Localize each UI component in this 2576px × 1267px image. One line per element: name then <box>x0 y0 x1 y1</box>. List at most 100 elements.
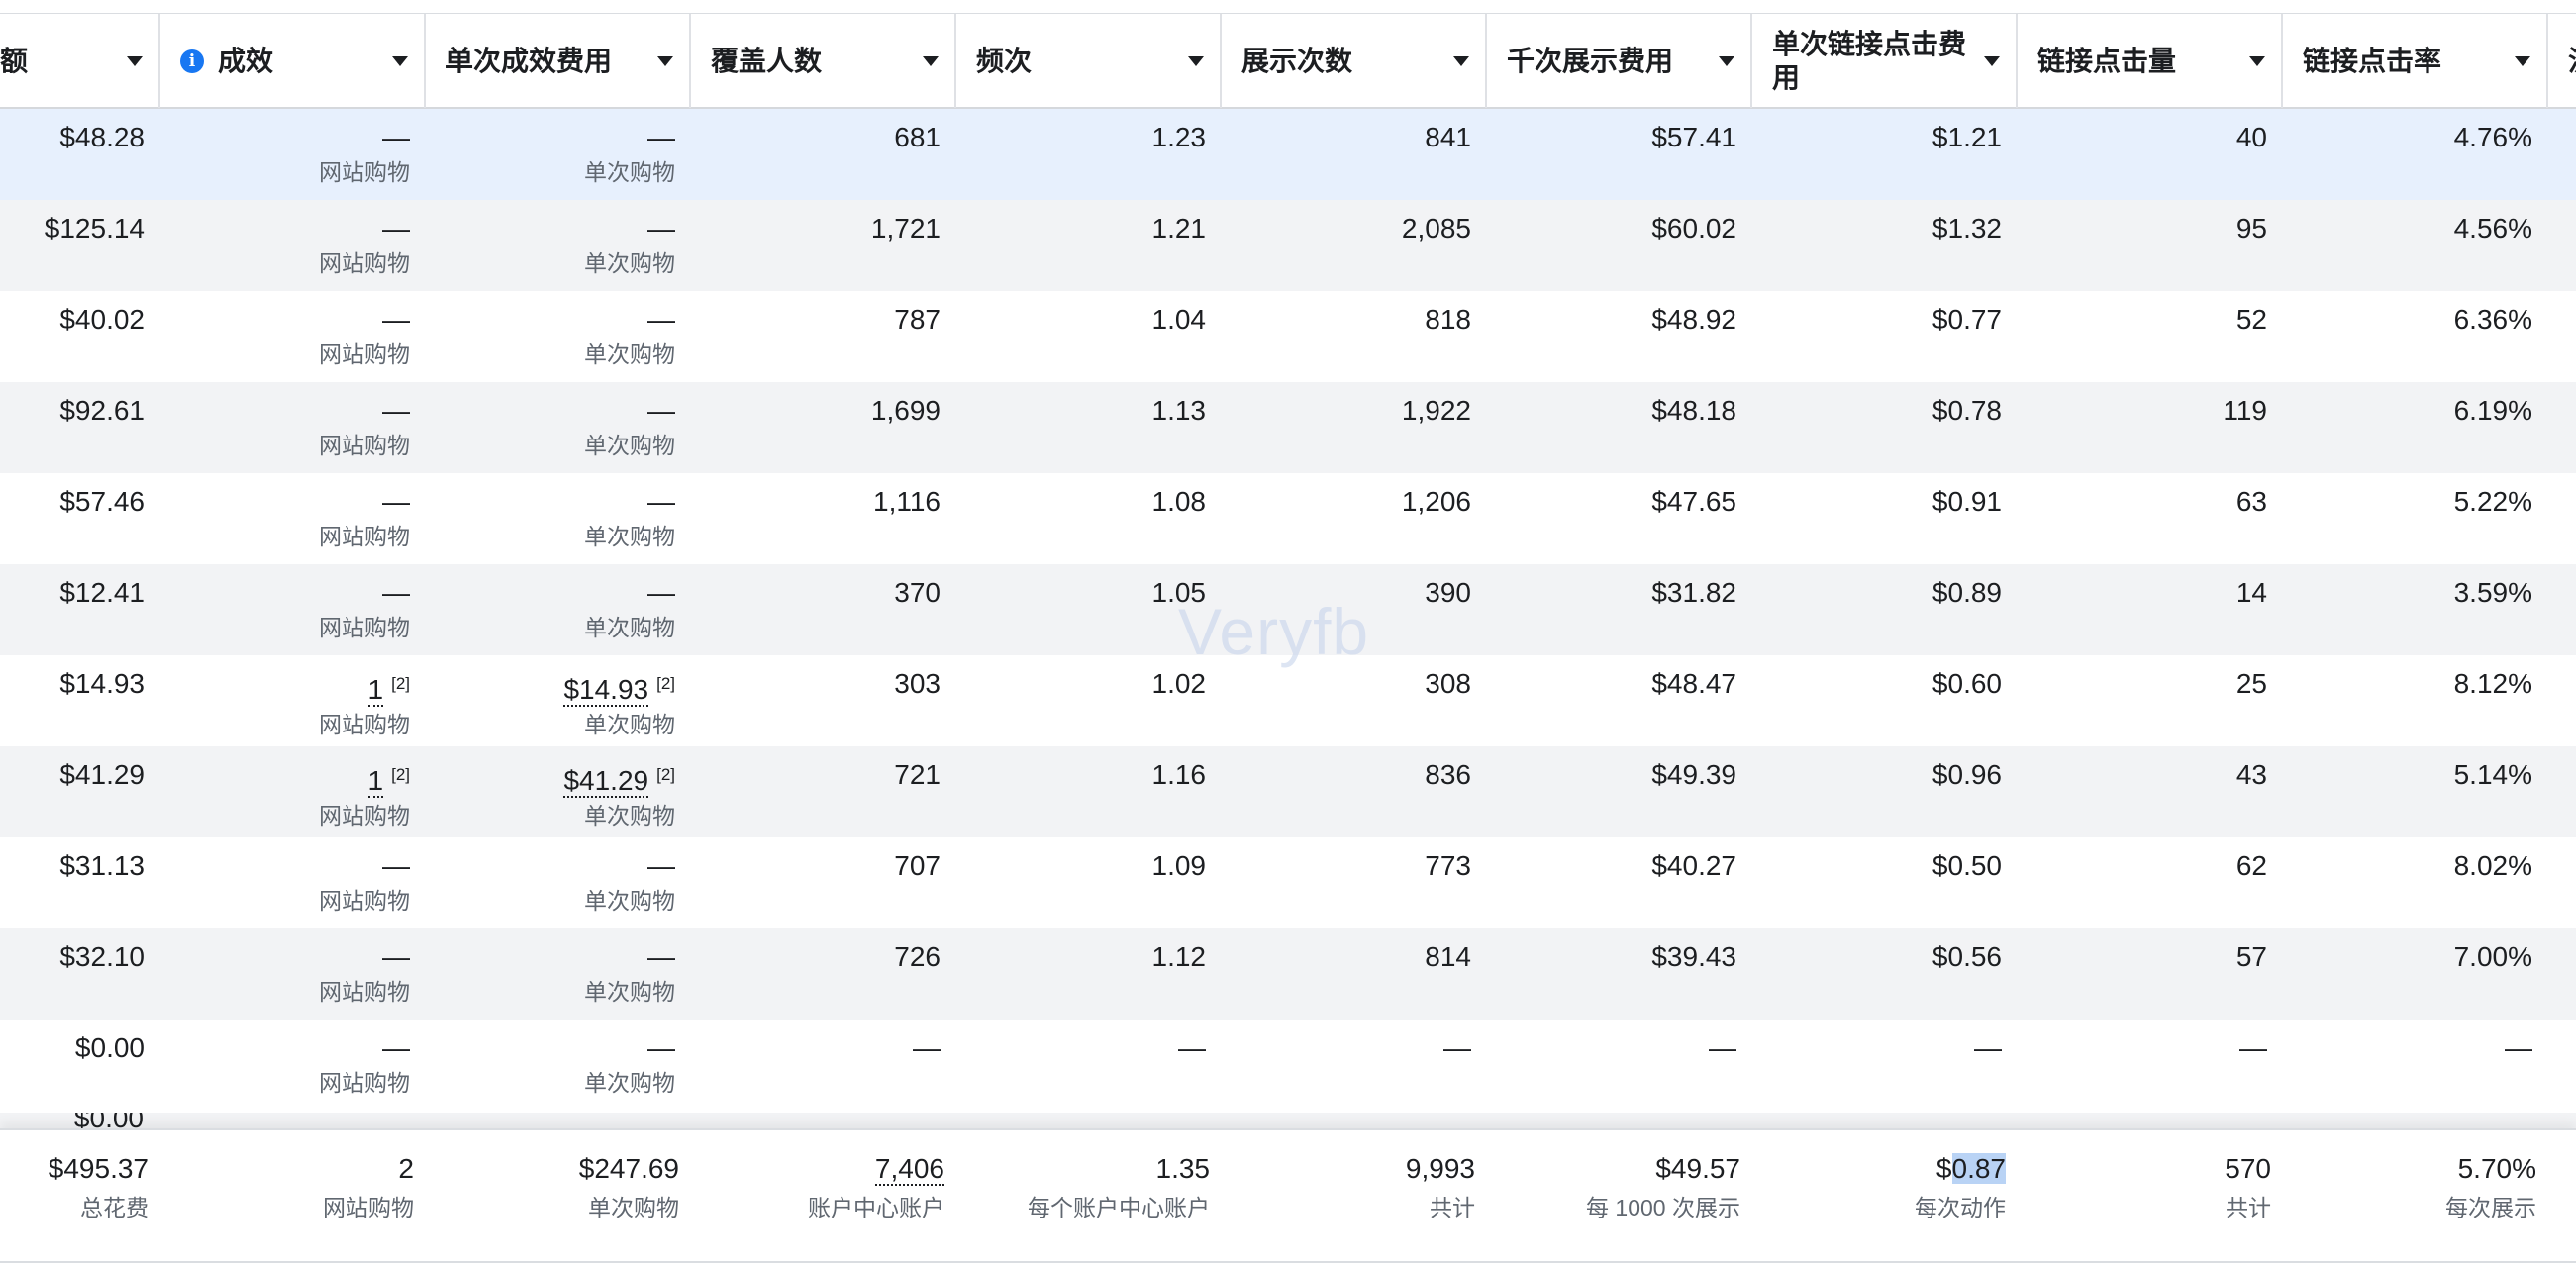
results-value: — <box>382 1032 410 1063</box>
column-header-reach[interactable]: 覆盖人数 <box>691 14 956 108</box>
total-link-clicks: 570 共计 <box>2020 1130 2285 1249</box>
column-header-cost-per-link-click[interactable]: 单次链接点击费用 <box>1752 14 2018 108</box>
column-header-cpm[interactable]: 千次展示费用 <box>1487 14 1752 108</box>
spend-cell: $0.00 <box>0 1020 160 1111</box>
table-row[interactable]: $0.00 — 网站购物 — 单次购物 — — — — — — — <box>0 1020 2576 1111</box>
total-impressions: 9,993 共计 <box>1224 1130 1489 1249</box>
cost-per-result-cell: — 单次购物 <box>426 837 691 928</box>
table-row[interactable]: $57.46 — 网站购物 — 单次购物 1,116 1.08 1,206 $47.65 $0.9… <box>0 473 2576 564</box>
column-header-cost-per-result[interactable]: 单次成效费用 <box>426 14 691 108</box>
reach-value: 1,721 <box>870 213 941 244</box>
link-clicks-value: 63 <box>2235 486 2267 517</box>
chevron-down-icon[interactable] <box>657 55 673 66</box>
column-header-link-clicks[interactable]: 链接点击量 <box>2018 14 2283 108</box>
ctr-cell: 8.12% <box>2283 655 2548 746</box>
cpm-value: $48.47 <box>1651 668 1736 699</box>
chevron-down-icon[interactable] <box>923 55 939 66</box>
impressions-cell: 1,922 <box>1222 382 1487 473</box>
ctr-value: 7.00% <box>2453 941 2532 972</box>
total-freq-label: 每个账户中心账户 <box>1028 1195 1210 1220</box>
table-header: 额 i 成效 单次成效费用 覆盖人数 频次 展示次数 千次展示费用 单次链接点击… <box>0 13 2576 109</box>
impressions-cell: 814 <box>1222 928 1487 1020</box>
column-header-label: 频次 <box>976 45 1033 76</box>
impressions-value: 818 <box>1425 304 1471 335</box>
table-row[interactable]: $31.13 — 网站购物 — 单次购物 707 1.09 773 $40.27 $0.50 62 8… <box>0 837 2576 928</box>
chevron-down-icon[interactable] <box>1188 55 1204 66</box>
cost-per-link-click-value: $0.78 <box>1932 395 2002 426</box>
info-icon[interactable]: i <box>180 49 204 73</box>
table-row[interactable]: $125.14 — 网站购物 — 单次购物 1,721 1.21 2,085 $60.02 $1.… <box>0 200 2576 291</box>
cpm-value: $31.82 <box>1651 577 1736 608</box>
ctr-cell: 5.14% <box>2283 746 2548 837</box>
table-row-partial[interactable]: $0.00 <box>0 1113 2576 1128</box>
cost-per-result-value[interactable]: $14.93 <box>563 674 649 708</box>
link-clicks-value: 40 <box>2235 122 2267 152</box>
total-cpc-currency: $ <box>1935 1153 1952 1184</box>
cpm-value: — <box>1709 1032 1736 1063</box>
cost-per-link-click-value: $0.96 <box>1932 759 2002 790</box>
frequency-value: 1.09 <box>1151 850 1207 881</box>
cost-per-result-value[interactable]: $41.29 <box>563 765 649 799</box>
reach-value: 681 <box>894 122 941 152</box>
frequency-value: 1.13 <box>1151 395 1207 426</box>
link-clicks-value: 57 <box>2235 941 2267 972</box>
ctr-value: 5.14% <box>2453 759 2532 790</box>
column-header-ctr[interactable]: 链接点击率 <box>2283 14 2548 108</box>
table-row[interactable]: $92.61 — 网站购物 — 单次购物 1,699 1.13 1,922 $48.18 $0.7… <box>0 382 2576 473</box>
results-label: 网站购物 <box>319 1070 410 1096</box>
column-header-next[interactable]: 流 <box>2548 14 2576 108</box>
footnote-marker[interactable]: [2] <box>391 674 410 693</box>
ctr-cell: 7.00% <box>2283 928 2548 1020</box>
table-row[interactable]: $41.29 1 [2] 网站购物 $41.29 [2] 单次购物 721 1.16 836 $49… <box>0 746 2576 837</box>
spend-value: $41.29 <box>59 759 145 790</box>
total-reach-value[interactable]: 7,406 <box>874 1153 944 1186</box>
results-value[interactable]: 1 <box>367 765 384 799</box>
footnote-marker[interactable]: [2] <box>656 765 675 784</box>
frequency-cell: — <box>956 1020 1222 1111</box>
footnote-marker[interactable]: [2] <box>656 674 675 693</box>
results-value[interactable]: 1 <box>367 674 384 708</box>
impressions-cell: 836 <box>1222 746 1487 837</box>
frequency-value: 1.16 <box>1151 759 1207 790</box>
reach-cell: 370 <box>691 564 956 655</box>
column-header-impressions[interactable]: 展示次数 <box>1222 14 1487 108</box>
total-cpc-value-selected[interactable]: 0.87 <box>1951 1153 2006 1184</box>
table-row[interactable]: $40.02 — 网站购物 — 单次购物 787 1.04 818 $48.92 $0.77 52 6… <box>0 291 2576 382</box>
reach-value: 1,116 <box>873 486 941 517</box>
spend-cell: $32.10 <box>0 928 160 1020</box>
spend-value: $0.00 <box>73 1113 144 1128</box>
spend-cell: $125.14 <box>0 200 160 291</box>
total-results-value: 2 <box>398 1153 414 1184</box>
table-row[interactable]: $48.28 — 网站购物 — 单次购物 681 1.23 841 $57.41 $1.21 40 4… <box>0 109 2576 200</box>
link-clicks-cell: 57 <box>2018 928 2283 1020</box>
table-row[interactable]: $32.10 — 网站购物 — 单次购物 726 1.12 814 $39.43 $0.56 57 7… <box>0 928 2576 1020</box>
ctr-value: 8.02% <box>2453 850 2532 881</box>
frequency-cell: 1.12 <box>956 928 1222 1020</box>
cost-per-result-cell: — 单次购物 <box>426 382 691 473</box>
column-header-spend[interactable]: 额 <box>0 14 160 108</box>
impressions-cell: 1,206 <box>1222 473 1487 564</box>
frequency-cell: 1.04 <box>956 291 1222 382</box>
total-reach: 7,406 账户中心账户 <box>693 1130 958 1249</box>
impressions-value: 390 <box>1425 577 1471 608</box>
chevron-down-icon[interactable] <box>1984 55 2000 66</box>
chevron-down-icon[interactable] <box>2515 55 2530 66</box>
chevron-down-icon[interactable] <box>127 55 143 66</box>
cpm-value: $47.65 <box>1651 486 1736 517</box>
spend-value: $32.10 <box>59 941 145 972</box>
chevron-down-icon[interactable] <box>1453 55 1469 66</box>
impressions-value: — <box>1443 1032 1471 1063</box>
results-cell: — 网站购物 <box>160 382 426 473</box>
chevron-down-icon[interactable] <box>1719 55 1734 66</box>
cost-per-result-value: — <box>647 213 675 244</box>
cost-per-result-value: — <box>647 486 675 517</box>
cost-per-link-click-cell: $0.60 <box>1752 655 2018 746</box>
chevron-down-icon[interactable] <box>2249 55 2265 66</box>
column-header-frequency[interactable]: 频次 <box>956 14 1222 108</box>
column-header-results[interactable]: i 成效 <box>160 14 426 108</box>
footnote-marker[interactable]: [2] <box>391 765 410 784</box>
reach-cell: 787 <box>691 291 956 382</box>
link-clicks-cell: 52 <box>2018 291 2283 382</box>
total-cpm-label: 每 1000 次展示 <box>1586 1195 1740 1220</box>
chevron-down-icon[interactable] <box>392 55 408 66</box>
